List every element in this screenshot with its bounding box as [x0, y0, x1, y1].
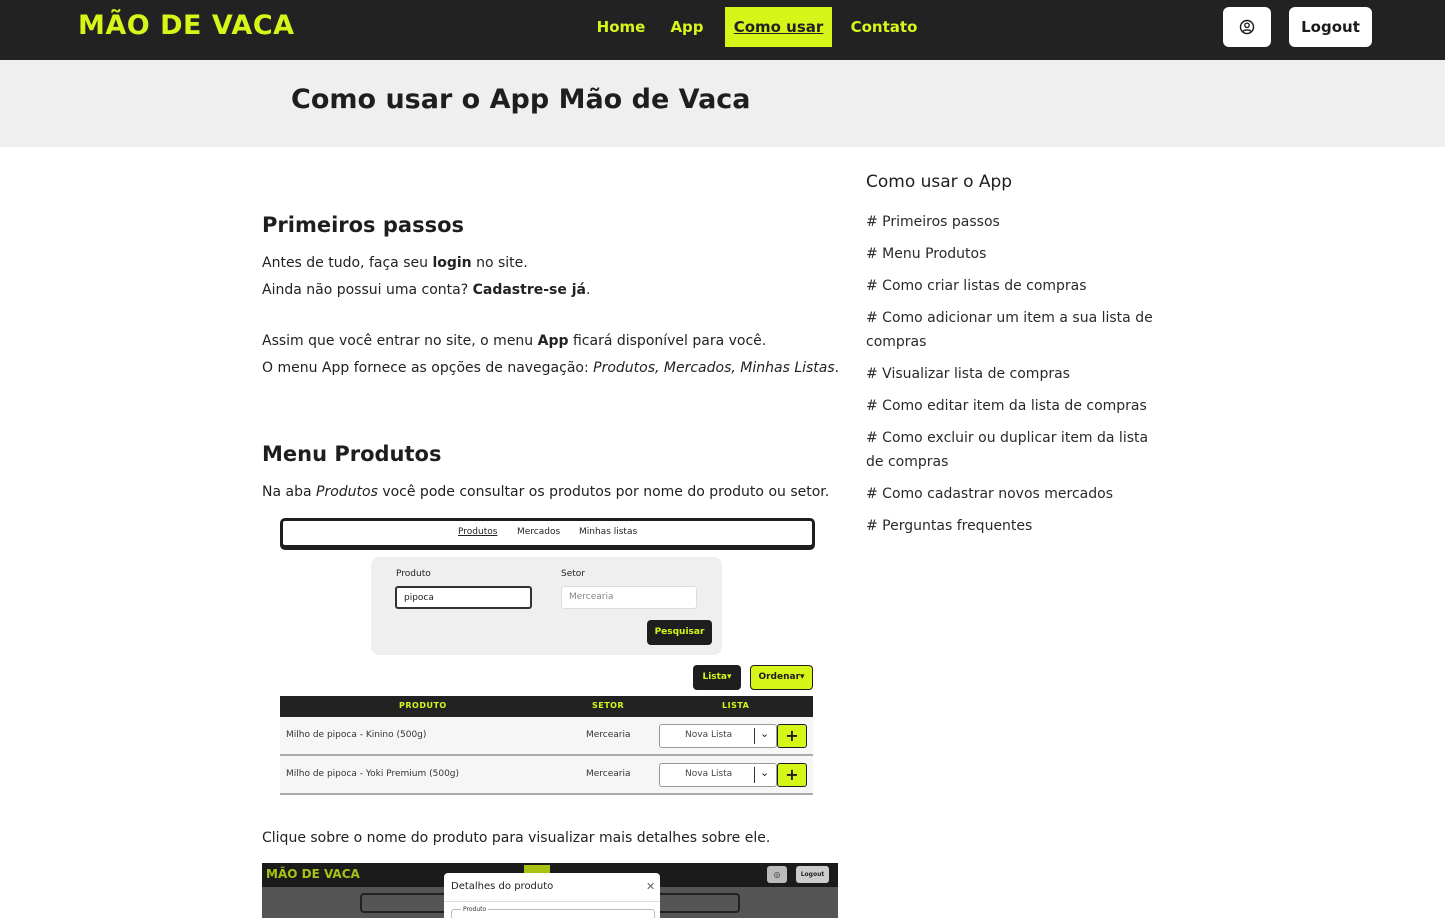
caret-down-icon: ▾ — [800, 672, 805, 682]
screenshot-col-produto: PRODUTO — [399, 701, 447, 710]
screenshot-detalhes-produto: MÃO DE VACA ◎ Logout Detalhes do produto… — [262, 863, 838, 918]
nav-app[interactable]: App — [666, 7, 708, 47]
nav-contato[interactable]: Contato — [848, 7, 920, 47]
screenshot-row-produto: Milho de pipoca - Yoki Premium (500g) — [286, 769, 460, 779]
text-span: . — [834, 360, 840, 376]
screenshot-setor-input: Mercearia — [561, 586, 697, 609]
screenshot-col-lista: LISTA — [722, 701, 750, 710]
user-button[interactable] — [1223, 7, 1271, 47]
toc-link-criar-listas[interactable]: # Como criar listas de compras — [866, 274, 1166, 298]
screenshot-table-row: Milho de pipoca - Yoki Premium (500g) Me… — [280, 756, 813, 795]
screenshot-row-lista-select: Nova Lista ⌄ — [659, 763, 777, 787]
screenshot-row-produto: Milho de pipoca - Kinino (500g) — [286, 730, 427, 740]
screenshot-produto-label: Produto — [396, 569, 431, 579]
text-span: no site. — [471, 255, 528, 271]
chevron-down-icon: ⌄ — [760, 727, 770, 740]
app-bold: App — [537, 333, 569, 349]
toc-link-menu-produtos[interactable]: # Menu Produtos — [866, 242, 1166, 266]
screenshot-tab-produtos: Produtos — [458, 527, 498, 537]
screenshot-row-setor: Mercearia — [586, 730, 631, 740]
screenshot-tab-mercados: Mercados — [517, 527, 561, 537]
plus-icon: + — [777, 763, 807, 787]
select-divider — [754, 728, 755, 744]
screenshot-logout: Logout — [796, 866, 829, 883]
nav-home[interactable]: Home — [592, 7, 650, 47]
chevron-down-icon: ⌄ — [760, 766, 770, 779]
screenshot-table-row: Milho de pipoca - Kinino (500g) Merceari… — [280, 717, 813, 756]
caret-down-icon: ▾ — [727, 672, 732, 682]
brand-logo[interactable]: MÃO DE VACA — [78, 10, 295, 41]
text-span: Assim que você entrar no site, o menu — [262, 333, 538, 349]
paragraph-nav-options: O menu App fornece as opções de navegaçã… — [262, 358, 839, 378]
logout-button[interactable]: Logout — [1289, 7, 1372, 47]
toc-link-visualizar-lista[interactable]: # Visualizar lista de compras — [866, 362, 1166, 386]
screenshot-ordenar-button: Ordenar▾ — [750, 665, 813, 690]
select-divider — [754, 767, 755, 783]
section-heading-menu-produtos: Menu Produtos — [262, 442, 442, 466]
login-bold: login — [432, 255, 472, 271]
toc-link-editar-item[interactable]: # Como editar item da lista de compras — [866, 394, 1166, 418]
cadastre-se-link[interactable]: Cadastre-se já — [473, 282, 586, 298]
produtos-italic: Produtos — [316, 484, 378, 500]
paragraph-produtos: Na aba Produtos você pode consultar os p… — [262, 482, 829, 502]
screenshot-pesquisar-button: Pesquisar — [647, 620, 712, 645]
screenshot-tabs: Produtos Mercados Minhas listas — [280, 518, 815, 548]
text-span: Ainda não possui uma conta? — [262, 282, 473, 298]
screenshot-lista-label: Lista — [702, 672, 728, 682]
user-circle-icon: ◎ — [767, 866, 787, 883]
screenshot-row-setor: Mercearia — [586, 769, 631, 779]
close-icon: ✕ — [646, 880, 656, 893]
screenshot-produtos: Produtos Mercados Minhas listas Produto … — [280, 517, 815, 797]
screenshot-modal-field-label: Produto — [461, 906, 489, 913]
paragraph-login: Antes de tudo, faça seu login no site. — [262, 253, 528, 273]
user-circle-icon — [1239, 19, 1255, 35]
plus-icon: + — [777, 724, 807, 748]
nav-options-italic: Produtos, Mercados, Minhas Listas — [593, 360, 835, 376]
toc-link-excluir-duplicar[interactable]: # Como excluir ou duplicar item da lista… — [866, 426, 1166, 474]
modal-divider — [444, 901, 660, 902]
text-span: . — [585, 282, 591, 298]
screenshot-row-lista-value: Nova Lista — [685, 730, 733, 740]
screenshot-lista-button: Lista▾ — [693, 665, 741, 690]
paragraph-detalhes: Clique sobre o nome do produto para visu… — [262, 830, 771, 846]
paragraph-menu-app: Assim que você entrar no site, o menu Ap… — [262, 331, 766, 351]
text-span: você pode consultar os produtos por nome… — [377, 484, 830, 500]
toc-title: Como usar o App — [866, 172, 1013, 192]
nav-como-usar-label: Como usar — [733, 18, 824, 36]
screenshot-modal-title: Detalhes do produto — [451, 881, 554, 892]
screenshot-row-lista-value: Nova Lista — [685, 769, 733, 779]
page-header: Como usar o App Mão de Vaca — [0, 60, 1445, 147]
text-span: O menu App fornece as opções de navegaçã… — [262, 360, 594, 376]
text-span: Antes de tudo, faça seu — [262, 255, 433, 271]
toc-link-primeiros-passos[interactable]: # Primeiros passos — [866, 210, 1166, 234]
paragraph-cadastro: Ainda não possui uma conta? Cadastre-se … — [262, 280, 590, 300]
nav-como-usar[interactable]: Como usar — [725, 7, 832, 47]
screenshot-table-header: PRODUTO SETOR LISTA — [280, 696, 813, 717]
screenshot-row-lista-select: Nova Lista ⌄ — [659, 724, 777, 748]
screenshot-modal: Detalhes do produto ✕ Produto — [444, 873, 660, 918]
screenshot-tab-minhas-listas: Minhas listas — [579, 527, 638, 537]
screenshot-produto-input: pipoca — [395, 586, 532, 609]
screenshot-search-panel: Produto pipoca Setor Mercearia Pesquisar — [371, 557, 722, 655]
text-span: ficará disponível para você. — [568, 333, 767, 349]
toc-link-adicionar-item[interactable]: # Como adicionar um item a sua lista de … — [866, 306, 1166, 354]
screenshot-brand: MÃO DE VACA — [266, 867, 360, 881]
navbar: MÃO DE VACA Home App Como usar Contato L… — [0, 0, 1445, 60]
screenshot-setor-label: Setor — [561, 569, 585, 579]
text-span: Na aba — [262, 484, 316, 500]
toc-link-perguntas-frequentes[interactable]: # Perguntas frequentes — [866, 514, 1166, 538]
screenshot-ordenar-label: Ordenar — [758, 672, 801, 682]
page-title: Como usar o App Mão de Vaca — [291, 84, 751, 115]
toc-link-cadastrar-mercados[interactable]: # Como cadastrar novos mercados — [866, 482, 1166, 506]
screenshot-col-setor: SETOR — [592, 701, 625, 710]
section-heading-primeiros-passos: Primeiros passos — [262, 213, 464, 237]
